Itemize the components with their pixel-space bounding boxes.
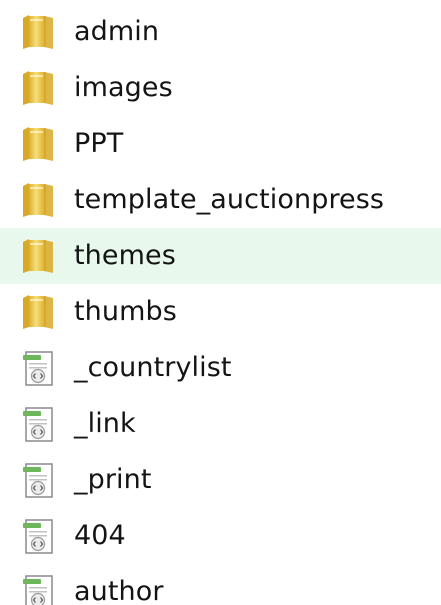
file-row-thumbs[interactable]: thumbs (0, 284, 441, 340)
file-row-admin[interactable]: admin (0, 4, 441, 60)
folder-icon (19, 68, 57, 108)
file-name: admin (74, 16, 160, 47)
file-row-template-auctionpress[interactable]: template_auctionpress (0, 172, 441, 228)
file-name: images (74, 72, 173, 103)
code-file-icon (19, 348, 57, 388)
file-name: _link (74, 408, 136, 439)
file-row-author[interactable]: author (0, 564, 441, 605)
code-file-icon (19, 404, 57, 444)
file-row-images[interactable]: images (0, 60, 441, 116)
file-row-link[interactable]: _link (0, 396, 441, 452)
file-name: thumbs (74, 296, 177, 327)
code-file-icon (19, 572, 57, 605)
file-name: author (74, 576, 164, 605)
file-row-themes[interactable]: themes (0, 228, 441, 284)
code-file-icon (19, 516, 57, 556)
folder-icon (19, 292, 57, 332)
file-name: 404 (74, 520, 126, 551)
file-row-countrylist[interactable]: _countrylist (0, 340, 441, 396)
code-file-icon (19, 460, 57, 500)
folder-icon (19, 124, 57, 164)
file-row-404[interactable]: 404 (0, 508, 441, 564)
folder-icon (19, 180, 57, 220)
file-name: _print (74, 464, 152, 495)
file-list: admin images PPT template_auctionpress t… (0, 0, 441, 605)
file-row-ppt[interactable]: PPT (0, 116, 441, 172)
folder-icon (19, 236, 57, 276)
file-name: themes (74, 240, 176, 271)
file-name: PPT (74, 128, 124, 159)
folder-icon (19, 12, 57, 52)
file-name: _countrylist (74, 352, 232, 383)
file-name: template_auctionpress (74, 184, 385, 215)
file-row-print[interactable]: _print (0, 452, 441, 508)
